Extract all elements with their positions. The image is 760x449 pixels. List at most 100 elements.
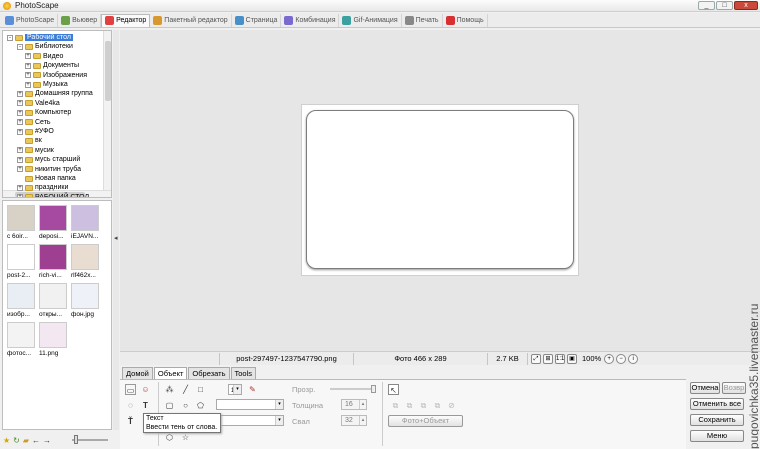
expand-icon[interactable]: + bbox=[17, 156, 23, 163]
tree-item[interactable]: + Изображения bbox=[25, 71, 87, 80]
collapse-icon[interactable]: - bbox=[17, 43, 23, 50]
tree-item[interactable]: + Компьютер bbox=[17, 108, 71, 117]
panel-tab-1[interactable]: Объект bbox=[153, 367, 188, 379]
favorites-star-icon[interactable]: ★ bbox=[3, 436, 10, 445]
maximize-button[interactable]: □ bbox=[716, 1, 733, 10]
tab-0[interactable]: PhotoScape bbox=[2, 13, 59, 27]
expand-icon[interactable]: + bbox=[25, 53, 31, 60]
photo-object-button[interactable]: Фото+Объект bbox=[388, 415, 463, 427]
minimize-button[interactable]: _ bbox=[698, 1, 715, 10]
tab-5[interactable]: Комбинация bbox=[281, 13, 340, 27]
expand-icon[interactable]: + bbox=[25, 72, 31, 79]
thumbnail[interactable]: post-2... bbox=[7, 244, 37, 284]
transparency-slider[interactable] bbox=[330, 385, 376, 393]
text-shadow-icon[interactable]: Ť bbox=[125, 416, 136, 427]
menu-button[interactable]: Меню bbox=[690, 430, 744, 442]
copy-object-icon[interactable]: ⧉ bbox=[418, 400, 429, 411]
tree-vertical-scrollbar[interactable] bbox=[103, 31, 111, 197]
info-icon[interactable]: i bbox=[628, 353, 639, 364]
back-arrow-icon[interactable]: ← bbox=[32, 436, 40, 445]
tree-item[interactable]: + мусик bbox=[17, 146, 54, 155]
fit-icon[interactable]: ⤢ bbox=[531, 353, 541, 364]
refresh-icon[interactable]: ↻ bbox=[13, 436, 20, 445]
canvas-area[interactable] bbox=[120, 30, 760, 351]
tree-item[interactable]: + Сеть bbox=[17, 118, 51, 127]
panel-tab-0[interactable]: Домой bbox=[122, 367, 153, 379]
thumbnail[interactable]: rich-vi... bbox=[39, 244, 69, 284]
zoom-window-icon[interactable]: ▣ bbox=[567, 353, 577, 364]
text-icon[interactable]: T bbox=[140, 400, 151, 411]
tree-item[interactable]: + #УФО bbox=[17, 127, 54, 136]
expand-icon[interactable]: + bbox=[17, 109, 23, 116]
line-icon[interactable]: ╱ bbox=[180, 384, 191, 395]
round-spinner[interactable]: 32 ▴ bbox=[341, 415, 367, 426]
tab-8[interactable]: Помощь bbox=[443, 13, 488, 27]
tree-item[interactable]: + Музыка bbox=[25, 80, 68, 89]
zoom-out-icon[interactable]: − bbox=[616, 353, 627, 364]
tree-item[interactable]: - Рабочий стол bbox=[7, 33, 73, 42]
save-button[interactable]: Сохранить bbox=[690, 414, 744, 426]
circle-icon[interactable]: ○ bbox=[180, 400, 191, 411]
thumbnail[interactable]: с 6oir... bbox=[7, 205, 37, 245]
pentagon-icon[interactable]: ⬠ bbox=[195, 400, 206, 411]
expand-icon[interactable]: + bbox=[25, 62, 31, 69]
expand-icon[interactable]: + bbox=[17, 184, 23, 191]
star-icon[interactable]: ☆ bbox=[180, 432, 191, 443]
thumbnail[interactable]: rlf462x... bbox=[71, 244, 101, 284]
zoom-in-icon[interactable]: + bbox=[604, 353, 615, 364]
redo-button[interactable]: Возвр bbox=[722, 382, 746, 394]
panel-tab-3[interactable]: Tools bbox=[230, 367, 257, 379]
thumbnail[interactable]: фон.jpg bbox=[71, 283, 101, 323]
thumbnail[interactable]: 11.png bbox=[39, 322, 69, 362]
tree-item[interactable]: + праздники bbox=[17, 183, 68, 192]
thumbnail[interactable]: iEJAVN... bbox=[71, 205, 101, 245]
tree-item[interactable]: + никитин труба bbox=[17, 165, 81, 174]
zoom-actual-icon[interactable]: 1:1 bbox=[555, 353, 565, 364]
delete-object-icon[interactable]: ⊘ bbox=[446, 400, 457, 411]
forward-arrow-icon[interactable]: → bbox=[43, 436, 51, 445]
thumbnail-size-slider[interactable] bbox=[72, 435, 108, 444]
tab-3[interactable]: Пакетный редактор bbox=[150, 13, 232, 27]
thumbnail[interactable]: изобр... bbox=[7, 283, 37, 323]
expand-icon[interactable]: + bbox=[17, 194, 23, 197]
panel-tab-2[interactable]: Обрезать bbox=[188, 367, 230, 379]
tab-1[interactable]: Вьювер bbox=[58, 13, 102, 27]
folder-tree-panel[interactable]: - Рабочий стол - Библиотеки + Видео + Документы… bbox=[2, 30, 112, 198]
sticker-icon[interactable]: ☺ bbox=[140, 384, 151, 395]
undo-button[interactable]: Отмена bbox=[690, 382, 720, 394]
bring-front-icon[interactable]: ⧉ bbox=[390, 400, 401, 411]
zoom-fit-icon[interactable]: ⊞ bbox=[543, 353, 553, 364]
speech-balloon-icon[interactable]: ◌ bbox=[125, 400, 136, 411]
tab-4[interactable]: Страница bbox=[232, 13, 282, 27]
expand-icon[interactable]: + bbox=[17, 119, 23, 126]
line-width-combo[interactable]: 1▾ bbox=[228, 384, 242, 395]
hexagon-icon[interactable]: ⬡ bbox=[164, 432, 175, 443]
collapse-icon[interactable]: - bbox=[7, 34, 13, 41]
eyedropper-icon[interactable]: ✎ bbox=[247, 384, 258, 395]
tree-item[interactable]: вк bbox=[17, 136, 42, 145]
thumbnail[interactable]: фотос... bbox=[7, 322, 37, 362]
style-combo[interactable]: ▾ bbox=[216, 415, 284, 426]
expand-icon[interactable]: + bbox=[17, 166, 23, 173]
tree-item[interactable]: + Домашняя группа bbox=[17, 89, 93, 98]
tree-item[interactable]: - Библиотеки bbox=[17, 42, 73, 51]
expand-icon[interactable]: + bbox=[17, 128, 23, 135]
tab-2[interactable]: Редактор bbox=[101, 13, 151, 27]
rounded-rect-icon[interactable]: ▢ bbox=[164, 400, 175, 411]
thumbnail[interactable]: deposi... bbox=[39, 205, 69, 245]
photo-canvas[interactable] bbox=[301, 104, 579, 276]
tree-item[interactable]: + Видео bbox=[25, 52, 63, 61]
paste-object-icon[interactable]: ⧉ bbox=[432, 400, 443, 411]
panel-splitter[interactable]: ◂ bbox=[113, 30, 119, 430]
expand-icon[interactable]: + bbox=[25, 81, 31, 88]
tree-item[interactable]: + РАБОЧИЙ СТОЛ bbox=[17, 193, 89, 197]
select-arrow-icon[interactable]: ↖ bbox=[388, 384, 399, 395]
expand-icon[interactable]: + bbox=[17, 90, 23, 97]
send-back-icon[interactable]: ⧉ bbox=[404, 400, 415, 411]
tree-item[interactable]: + мусь старший bbox=[17, 155, 80, 164]
tree-item[interactable]: + Vale4ka bbox=[17, 99, 60, 108]
expand-icon[interactable]: + bbox=[17, 147, 23, 154]
folder-open-icon[interactable]: ▰ bbox=[23, 436, 29, 445]
rectangle-icon[interactable]: □ bbox=[195, 384, 206, 395]
color-combo[interactable]: ▾ bbox=[216, 399, 284, 410]
